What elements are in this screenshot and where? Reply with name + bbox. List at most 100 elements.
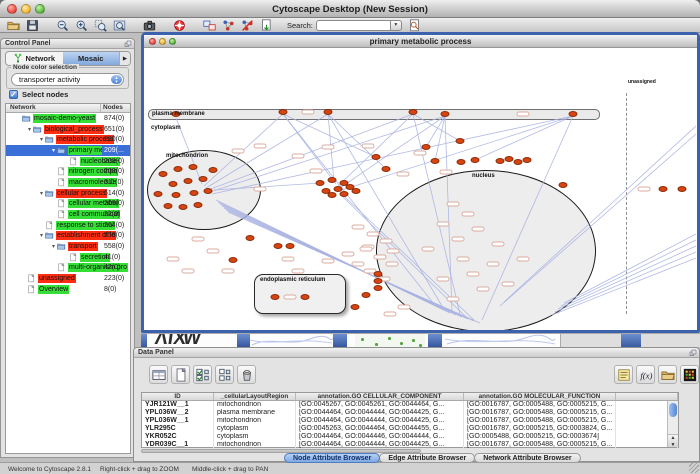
expand-arrow-icon[interactable]: ▾ xyxy=(26,126,33,133)
network-node[interactable] xyxy=(374,278,383,284)
network-node[interactable] xyxy=(328,177,337,183)
network-node[interactable] xyxy=(659,186,668,192)
expand-arrow-icon[interactable]: ▾ xyxy=(38,136,45,143)
float-panel-icon[interactable] xyxy=(689,349,697,359)
network-node[interactable] xyxy=(523,157,532,163)
network-node[interactable] xyxy=(505,156,514,162)
zoom-in-button[interactable] xyxy=(73,18,90,32)
expand-arrow-icon[interactable]: ▾ xyxy=(50,147,57,154)
tree-row[interactable]: mosaic-demo-yeast874(0) xyxy=(6,113,130,124)
network-node[interactable] xyxy=(352,188,361,194)
matrix-view-button[interactable] xyxy=(680,365,699,384)
table-vertical-scrollbar[interactable]: ▲ ▼ xyxy=(667,401,678,447)
table-row[interactable]: YDR039C__1mitochondrion[GO:0044464, GO:0… xyxy=(142,441,678,449)
tab-edge-attribute-browser[interactable]: Edge Attribute Browser xyxy=(379,453,475,463)
tree-row[interactable]: ▾transport558(0) xyxy=(6,241,130,252)
function-builder-button[interactable]: f(x) xyxy=(636,365,655,384)
tree-row[interactable]: ▾primary metabol209(... xyxy=(6,145,130,156)
tab-overflow-arrow[interactable]: ▶ xyxy=(119,52,130,65)
tree-row[interactable]: ▾cellular process614(0) xyxy=(6,188,130,199)
network-node[interactable] xyxy=(456,138,465,144)
network-node[interactable] xyxy=(286,243,295,249)
tree-row[interactable]: nitrogen compo209(0) xyxy=(6,166,130,177)
zoom-selected-button[interactable] xyxy=(92,18,109,32)
network-node[interactable] xyxy=(514,159,523,165)
tree-column-nodes[interactable]: Nodes xyxy=(101,104,130,112)
network-node[interactable] xyxy=(372,154,381,160)
network-node[interactable] xyxy=(204,188,213,194)
network-node[interactable] xyxy=(190,190,199,196)
table-column-header[interactable]: annotation.GO CELLULAR_COMPONENT xyxy=(296,393,464,400)
import-attributes-button[interactable] xyxy=(658,365,677,384)
tree-row[interactable]: multi-organism pro42(0) xyxy=(6,263,130,274)
network-node[interactable] xyxy=(154,191,163,197)
scrollbar-arrows[interactable]: ▲ ▼ xyxy=(668,434,678,447)
table-row[interactable]: YLR295Ccytoplasm[GO:0045263, GO:0044464,… xyxy=(142,425,678,433)
zoom-fit-button[interactable] xyxy=(111,18,128,32)
network-node[interactable] xyxy=(172,192,181,198)
network-node[interactable] xyxy=(351,304,360,310)
expand-arrow-icon[interactable]: ▾ xyxy=(50,243,57,250)
tab-network-attribute-browser[interactable]: Network Attribute Browser xyxy=(474,453,580,463)
unselect-all-attributes-button[interactable] xyxy=(215,365,234,384)
network-node[interactable] xyxy=(271,294,280,300)
network-node[interactable] xyxy=(246,235,255,241)
network-node[interactable] xyxy=(471,157,480,163)
import-network-button[interactable] xyxy=(258,18,275,32)
create-attribute-button[interactable] xyxy=(171,365,190,384)
select-attributes-button[interactable] xyxy=(149,365,168,384)
tree-row[interactable]: macromolecule311(0) xyxy=(6,177,130,188)
network-node[interactable] xyxy=(199,176,208,182)
table-row[interactable]: YKR052Ccytoplasm[GO:0044464, GO:0044446,… xyxy=(142,433,678,441)
network-node[interactable] xyxy=(316,180,325,186)
tree-row[interactable]: ▾establishment of lo558(0) xyxy=(6,231,130,242)
table-column-header[interactable]: _cellularLayoutRegion xyxy=(214,393,296,400)
network-node[interactable] xyxy=(431,158,440,164)
network-node[interactable] xyxy=(340,191,349,197)
table-row[interactable]: YJR121W__1mitochondrion[GO:0045267, GO:0… xyxy=(142,401,678,409)
network-node[interactable] xyxy=(374,285,383,291)
network-node[interactable] xyxy=(569,111,578,117)
network-node[interactable] xyxy=(362,292,371,298)
scroll-down-icon[interactable]: ▼ xyxy=(668,442,678,449)
tree-row[interactable]: ▾metabolic process280(0) xyxy=(6,134,130,145)
expand-arrow-icon[interactable]: ▾ xyxy=(38,190,45,197)
tree-row[interactable]: unassigned223(0) xyxy=(6,273,130,284)
network-canvas[interactable]: plasma membrane cytoplasm mitochondrion … xyxy=(144,48,697,330)
search-input[interactable] xyxy=(316,20,390,31)
tree-row[interactable]: cell communicat22(0) xyxy=(6,209,130,220)
network-node[interactable] xyxy=(229,257,238,263)
tree-row[interactable]: ▾biological_process651(0) xyxy=(6,124,130,135)
table-row[interactable]: YPL036W__2plasma membrane[GO:0044464, GO… xyxy=(142,409,678,417)
tree-row[interactable]: secretion41(0) xyxy=(6,252,130,263)
resize-grip[interactable] xyxy=(689,463,699,473)
table-row[interactable]: YPL036W__1mitochondrion[GO:0044464, GO:0… xyxy=(142,417,678,425)
scrollbar-thumb[interactable] xyxy=(669,403,677,417)
network-node[interactable] xyxy=(209,167,218,173)
network-node[interactable] xyxy=(189,164,198,170)
network-node[interactable] xyxy=(441,111,450,117)
network-node[interactable] xyxy=(678,186,687,192)
search-dropdown-arrow-icon[interactable]: ▼ xyxy=(390,20,402,31)
network-node[interactable] xyxy=(324,109,333,115)
network-node[interactable] xyxy=(301,294,310,300)
tree-row[interactable]: Overview8(0) xyxy=(6,284,130,295)
network-node[interactable] xyxy=(169,181,178,187)
table-column-header[interactable]: ID xyxy=(142,393,214,400)
tree-column-network[interactable]: Network xyxy=(6,104,101,112)
network-node[interactable] xyxy=(164,203,173,209)
float-panel-icon[interactable] xyxy=(124,40,132,50)
expand-arrow-icon[interactable]: ▾ xyxy=(38,232,45,239)
table-column-header[interactable]: annotation.GO MOLECULAR_FUNCTION xyxy=(464,393,616,400)
network-node[interactable] xyxy=(559,182,568,188)
network-node[interactable] xyxy=(328,192,337,198)
network-node[interactable] xyxy=(179,204,188,210)
delete-attribute-button[interactable] xyxy=(237,365,256,384)
select-nodes-checkbox[interactable]: ✓ xyxy=(9,90,18,99)
network-node[interactable] xyxy=(174,166,183,172)
network-node[interactable] xyxy=(409,109,418,115)
zoom-out-button[interactable] xyxy=(54,18,71,32)
network-window-title-bar[interactable]: primary metabolic process xyxy=(144,35,697,48)
snapshot-button[interactable] xyxy=(141,18,158,32)
help-button[interactable] xyxy=(171,18,188,32)
